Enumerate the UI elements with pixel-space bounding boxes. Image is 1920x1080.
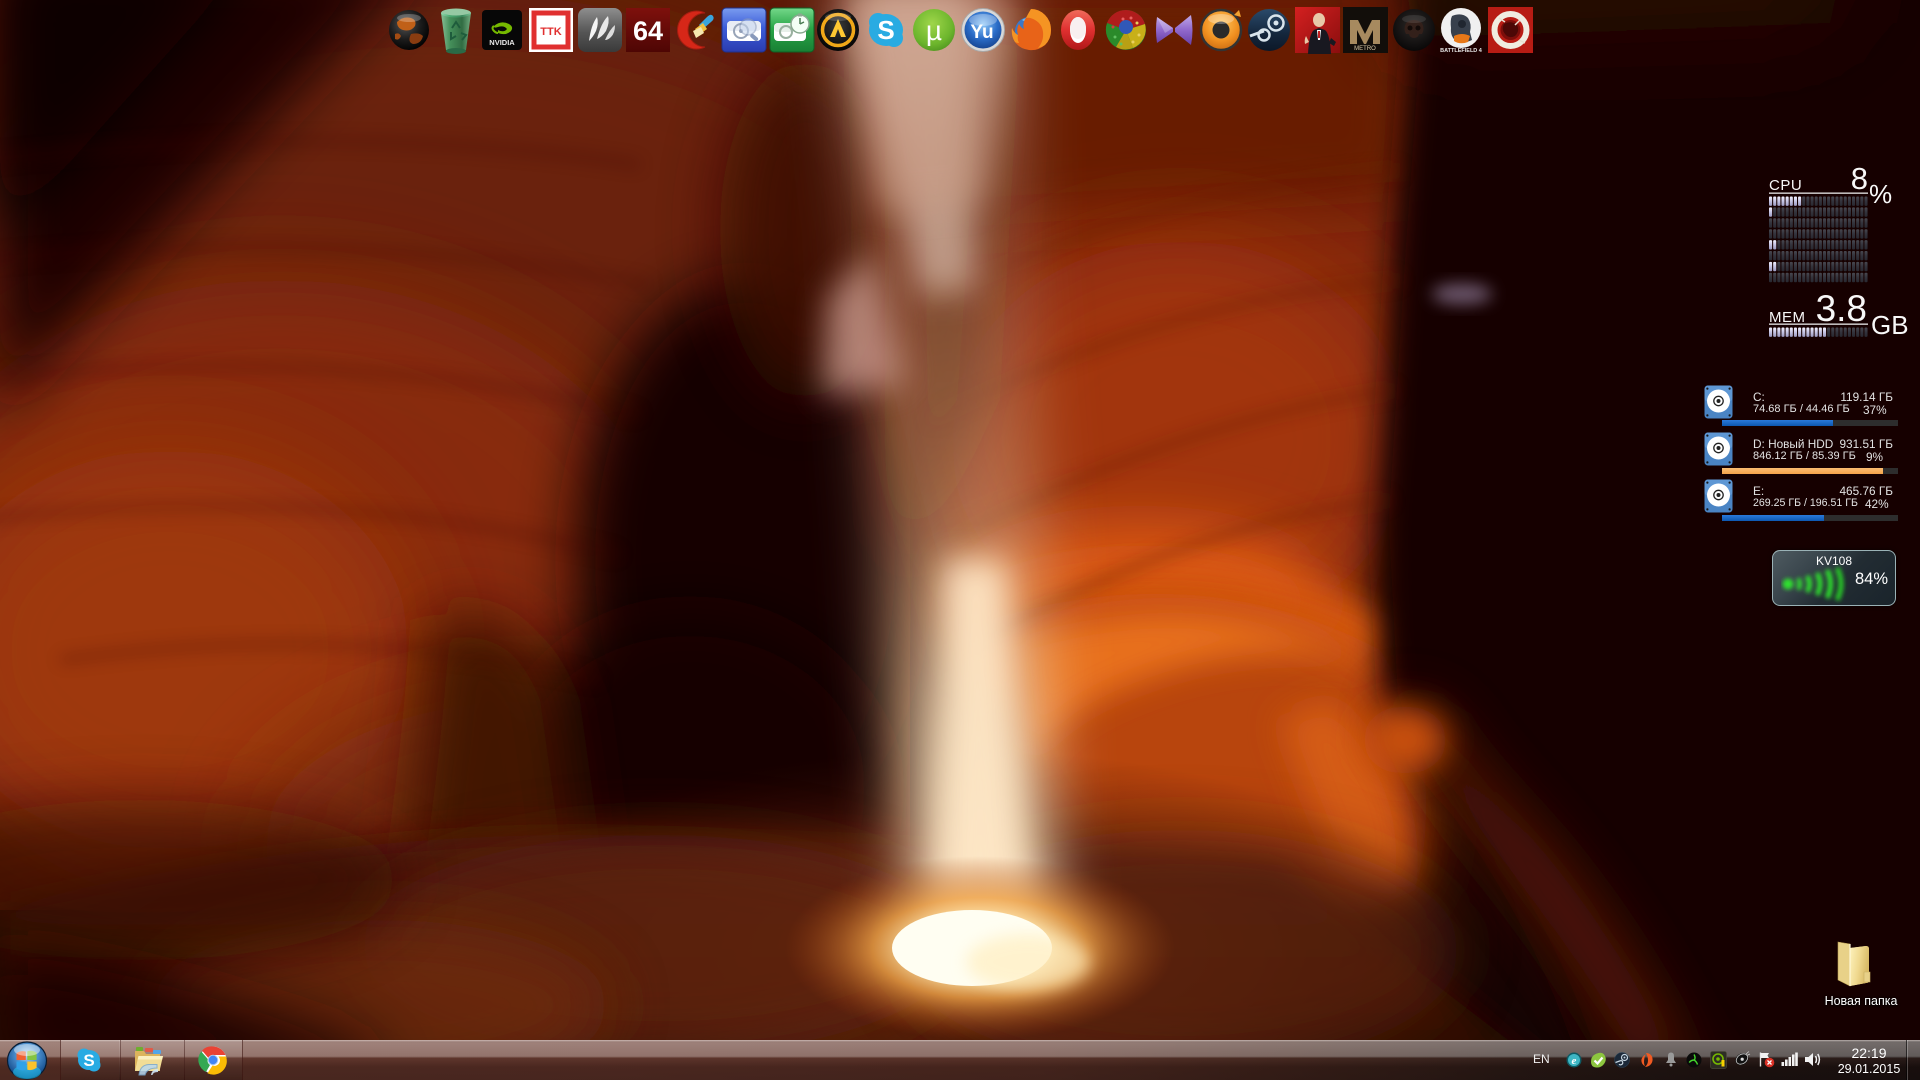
svg-text:METRO: METRO <box>1354 46 1376 52</box>
svg-text:TTK: TTK <box>540 26 561 38</box>
svg-text:e: e <box>1572 1055 1577 1067</box>
svg-text:MEM: MEM <box>1769 309 1806 326</box>
svg-text:Yu: Yu <box>970 22 993 43</box>
svg-text:NVIDIA: NVIDIA <box>489 38 515 47</box>
svg-text:CPU: CPU <box>1769 177 1802 194</box>
svg-text:S: S <box>83 1051 94 1070</box>
svg-text:S: S <box>877 15 894 45</box>
svg-text:3.8: 3.8 <box>1816 288 1867 329</box>
svg-text:64: 64 <box>633 16 663 46</box>
svg-text:%: % <box>1869 179 1892 209</box>
svg-text:µ: µ <box>926 15 942 46</box>
svg-text:BATTLEFIELD 4: BATTLEFIELD 4 <box>1440 48 1483 54</box>
svg-text:GB: GB <box>1871 310 1909 340</box>
svg-text:8: 8 <box>1851 161 1868 196</box>
